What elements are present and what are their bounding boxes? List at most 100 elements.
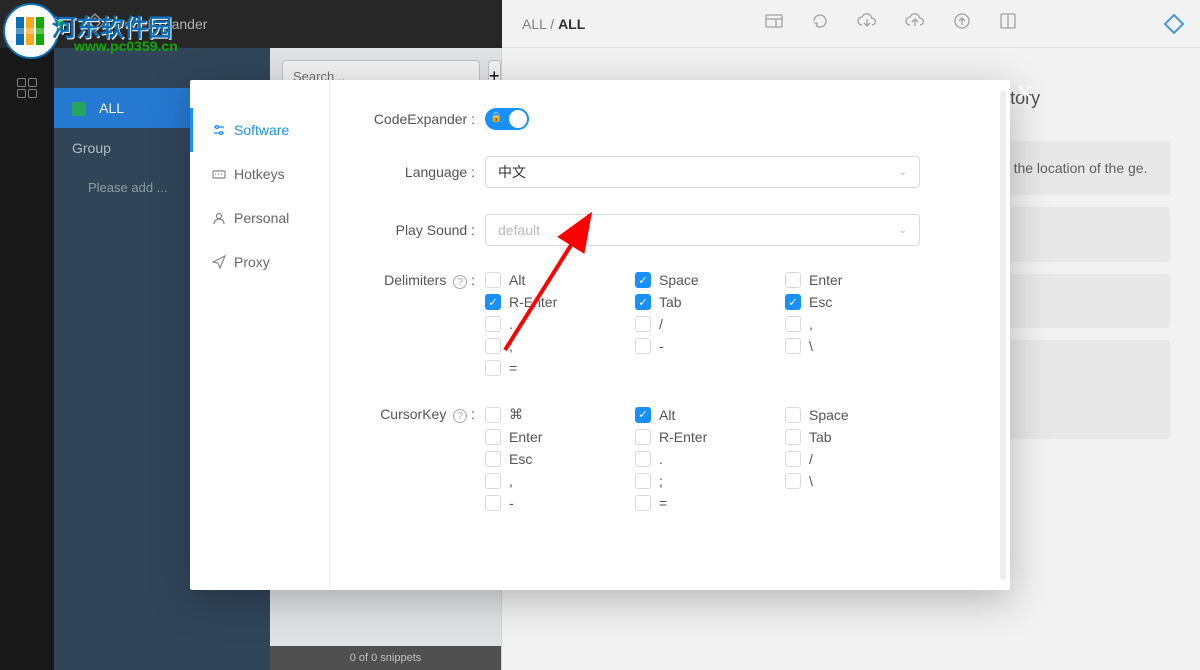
nav-hotkeys-label: Hotkeys xyxy=(234,166,285,182)
checkbox-label: Enter xyxy=(509,429,542,445)
delimiters-label: Delimiters ? : xyxy=(370,272,485,289)
checkbox-/[interactable]: / xyxy=(785,451,925,467)
cursorkey-label: CursorKey ? : xyxy=(370,406,485,423)
chevron-down-icon: ⌄ xyxy=(899,225,907,236)
checkbox-box xyxy=(485,272,501,288)
checkbox-box xyxy=(635,429,651,445)
checkbox-box: ✓ xyxy=(485,294,501,310)
checkbox-box: ✓ xyxy=(635,294,651,310)
checkbox-box xyxy=(785,473,801,489)
checkbox-;[interactable]: ; xyxy=(485,338,625,354)
checkbox-label: Space xyxy=(809,407,849,423)
checkbox-box xyxy=(785,429,801,445)
checkbox-box: ✓ xyxy=(635,272,651,288)
checkbox-label: = xyxy=(509,360,517,376)
sliders-icon xyxy=(212,123,226,137)
help-icon[interactable]: ? xyxy=(453,409,467,423)
checkbox-box xyxy=(785,407,801,423)
nav-item-software[interactable]: Software xyxy=(190,108,329,152)
checkbox-Enter[interactable]: Enter xyxy=(485,429,625,445)
checkbox-box xyxy=(485,473,501,489)
checkbox-\[interactable]: \ xyxy=(785,473,925,489)
scrollbar[interactable] xyxy=(1000,90,1006,580)
checkbox-label: Esc xyxy=(509,451,532,467)
checkbox-label: / xyxy=(809,451,813,467)
checkbox-.[interactable]: . xyxy=(485,316,625,332)
codeexpander-toggle[interactable]: 🔒 xyxy=(485,108,529,130)
checkbox-box: ✓ xyxy=(785,294,801,310)
checkbox-Esc[interactable]: Esc xyxy=(485,451,625,467)
checkbox-label: . xyxy=(509,316,513,332)
nav-item-hotkeys[interactable]: Hotkeys xyxy=(190,152,329,196)
settings-body: CodeExpander : 🔒 Language : 中文 ⌄ Play So… xyxy=(330,80,1010,590)
checkbox-=[interactable]: = xyxy=(635,495,775,511)
checkbox-label: ; xyxy=(659,473,663,489)
checkbox-R-Enter[interactable]: R-Enter xyxy=(635,429,775,445)
checkbox-label: - xyxy=(659,338,664,354)
sound-value: default xyxy=(498,222,540,238)
nav-personal-label: Personal xyxy=(234,210,289,226)
playsound-select[interactable]: default ⌄ xyxy=(485,214,920,246)
checkbox-.[interactable]: . xyxy=(635,451,775,467)
checkbox-box: ✓ xyxy=(635,407,651,423)
checkbox-Space[interactable]: Space xyxy=(785,406,925,423)
checkbox-Alt[interactable]: ✓Alt xyxy=(635,406,775,423)
checkbox-box xyxy=(635,316,651,332)
checkbox-Tab[interactable]: Tab xyxy=(785,429,925,445)
checkbox-Alt[interactable]: Alt xyxy=(485,272,625,288)
checkbox-label: - xyxy=(509,495,514,511)
checkbox-;[interactable]: ; xyxy=(635,473,775,489)
cursorkey-grid: ⌘ ✓Alt Space Enter R-Enter Tab Esc. /,; \ - = xyxy=(485,406,925,511)
checkbox--[interactable]: - xyxy=(485,495,625,511)
checkbox-label: Tab xyxy=(659,294,682,310)
checkbox-box xyxy=(485,316,501,332)
checkbox-label: = xyxy=(659,495,667,511)
language-value: 中文 xyxy=(498,162,526,182)
send-icon xyxy=(212,255,226,269)
nav-software-label: Software xyxy=(234,122,289,138)
playsound-label: Play Sound : xyxy=(370,222,485,238)
checkbox-Enter[interactable]: Enter xyxy=(785,272,925,288)
checkbox-label: , xyxy=(509,473,513,489)
checkbox-box xyxy=(485,407,501,423)
checkbox-label: Space xyxy=(659,272,699,288)
checkbox-label: ⌘ xyxy=(509,406,523,423)
checkbox-label: Alt xyxy=(509,272,525,288)
checkbox-R-Enter[interactable]: ✓ R-Enter xyxy=(485,294,625,310)
user-icon xyxy=(212,211,226,225)
close-icon[interactable]: ✕ xyxy=(1010,78,1040,108)
checkbox-label: , xyxy=(809,316,813,332)
checkbox-/[interactable]: / xyxy=(635,316,775,332)
language-select[interactable]: 中文 ⌄ xyxy=(485,156,920,188)
checkbox-\[interactable]: \ xyxy=(785,338,925,354)
checkbox-box xyxy=(635,473,651,489)
language-label: Language : xyxy=(370,164,485,180)
checkbox-label: Tab xyxy=(809,429,832,445)
checkbox-label: \ xyxy=(809,473,813,489)
checkbox-box xyxy=(785,316,801,332)
checkbox-label: / xyxy=(659,316,663,332)
checkbox-=[interactable]: = xyxy=(485,360,625,376)
checkbox-Tab[interactable]: ✓ Tab xyxy=(635,294,775,310)
help-icon[interactable]: ? xyxy=(453,275,467,289)
checkbox-,[interactable]: , xyxy=(785,316,925,332)
checkbox-box xyxy=(785,451,801,467)
checkbox-Space[interactable]: ✓ Space xyxy=(635,272,775,288)
checkbox-label: R-Enter xyxy=(509,294,557,310)
checkbox-box xyxy=(485,360,501,376)
checkbox-label: Enter xyxy=(809,272,842,288)
nav-item-personal[interactable]: Personal xyxy=(190,196,329,240)
keyboard-icon xyxy=(212,167,226,181)
checkbox-label: \ xyxy=(809,338,813,354)
checkbox-⌘[interactable]: ⌘ xyxy=(485,406,625,423)
chevron-down-icon: ⌄ xyxy=(899,167,907,178)
checkbox-Esc[interactable]: ✓Esc xyxy=(785,294,925,310)
checkbox-box xyxy=(485,338,501,354)
nav-item-proxy[interactable]: Proxy xyxy=(190,240,329,284)
checkbox-box xyxy=(635,495,651,511)
checkbox--[interactable]: - xyxy=(635,338,775,354)
checkbox-,[interactable]: , xyxy=(485,473,625,489)
checkbox-box xyxy=(785,338,801,354)
checkbox-box xyxy=(635,451,651,467)
checkbox-label: ; xyxy=(509,338,513,354)
